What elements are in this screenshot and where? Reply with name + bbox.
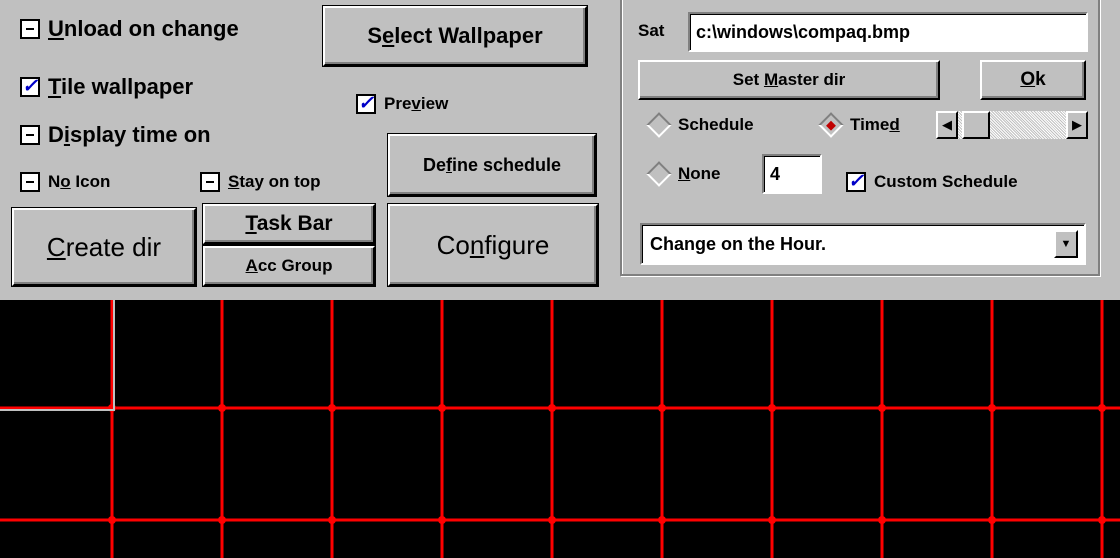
task-bar-label: Task Bar xyxy=(245,212,333,235)
preview-label: Preview xyxy=(384,94,449,113)
none-radio-label: None xyxy=(678,164,721,183)
create-dir-button[interactable]: Create dir xyxy=(11,207,197,287)
define-schedule-label: Define schedule xyxy=(422,154,562,175)
no-icon-label: No Icon xyxy=(48,172,111,191)
schedule-combo-value: Change on the Hour. xyxy=(650,233,827,254)
radio-diamond xyxy=(646,161,672,187)
settings-panel: Unload on change ✓ Tile wallpaper Displa… xyxy=(0,0,1120,300)
acc-group-label: Acc Group xyxy=(245,256,333,275)
wallpaper-path-field[interactable]: c:\windows\compaq.bmp xyxy=(688,12,1088,52)
select-wallpaper-button[interactable]: Select Wallpaper xyxy=(322,5,588,67)
set-master-dir-button[interactable]: Set Master dir xyxy=(638,60,940,100)
set-master-dir-label: Set Master dir xyxy=(732,70,846,89)
schedule-radio-label: Schedule xyxy=(678,115,754,134)
grid-pattern xyxy=(0,300,1120,558)
schedule-combo[interactable]: Change on the Hour. ▼ xyxy=(640,223,1086,265)
checkbox-box xyxy=(200,172,220,192)
unload-on-change-checkbox[interactable]: Unload on change xyxy=(20,16,239,42)
no-icon-checkbox[interactable]: No Icon xyxy=(20,172,110,192)
custom-schedule-checkbox[interactable]: ✓ Custom Schedule xyxy=(846,172,1018,192)
tile-wallpaper-checkbox[interactable]: ✓ Tile wallpaper xyxy=(20,74,193,100)
select-wallpaper-label: Select Wallpaper xyxy=(367,23,543,48)
none-radio[interactable]: None xyxy=(646,161,721,187)
radio-diamond xyxy=(646,112,672,138)
checkmark-icon: ✓ xyxy=(848,171,864,192)
radio-diamond-selected xyxy=(818,112,844,138)
checkbox-box: ✓ xyxy=(356,94,376,114)
configure-button[interactable]: Configure xyxy=(387,203,599,287)
interval-scrollbar[interactable]: ◀ ▶ xyxy=(936,111,1088,139)
ok-label: Ok xyxy=(1020,69,1046,90)
checkmark-icon: ✓ xyxy=(358,93,374,114)
right-arrow-icon[interactable]: ▶ xyxy=(1066,111,1088,139)
checkbox-box: ✓ xyxy=(20,77,40,97)
left-arrow-icon[interactable]: ◀ xyxy=(936,111,958,139)
stay-on-top-label: Stay on top xyxy=(228,172,321,191)
timed-radio-label: Timed xyxy=(850,115,900,134)
scrollbar-track[interactable] xyxy=(958,111,1066,139)
checkbox-box: ✓ xyxy=(846,172,866,192)
tile-boundary xyxy=(0,300,115,411)
scrollbar-thumb[interactable] xyxy=(962,111,990,139)
ok-button[interactable]: Ok xyxy=(980,60,1086,100)
display-time-on-label: Display time on xyxy=(48,122,211,147)
acc-group-button[interactable]: Acc Group xyxy=(202,245,376,287)
stay-on-top-checkbox[interactable]: Stay on top xyxy=(200,172,321,192)
path-label: Sat xyxy=(638,21,665,40)
custom-schedule-label: Custom Schedule xyxy=(874,172,1018,191)
interval-value: 4 xyxy=(770,163,781,184)
timed-radio[interactable]: Timed xyxy=(818,112,900,138)
display-time-on-checkbox[interactable]: Display time on xyxy=(20,122,211,148)
down-arrow-icon[interactable]: ▼ xyxy=(1054,230,1078,258)
interval-input[interactable]: 4 xyxy=(762,154,822,194)
wallpaper-path-value: c:\windows\compaq.bmp xyxy=(696,21,911,42)
checkbox-box xyxy=(20,19,40,39)
wallpaper-preview xyxy=(0,300,1120,558)
unload-on-change-label: Unload on change xyxy=(48,16,239,41)
checkmark-icon: ✓ xyxy=(22,76,38,97)
configure-label: Configure xyxy=(436,229,550,260)
create-dir-label: Create dir xyxy=(46,231,162,262)
checkbox-box xyxy=(20,125,40,145)
schedule-radio[interactable]: Schedule xyxy=(646,112,754,138)
preview-checkbox[interactable]: ✓ Preview xyxy=(356,94,448,114)
tile-wallpaper-label: Tile wallpaper xyxy=(48,74,194,99)
checkbox-box xyxy=(20,172,40,192)
task-bar-button[interactable]: Task Bar xyxy=(202,203,376,245)
define-schedule-button[interactable]: Define schedule xyxy=(387,133,597,197)
